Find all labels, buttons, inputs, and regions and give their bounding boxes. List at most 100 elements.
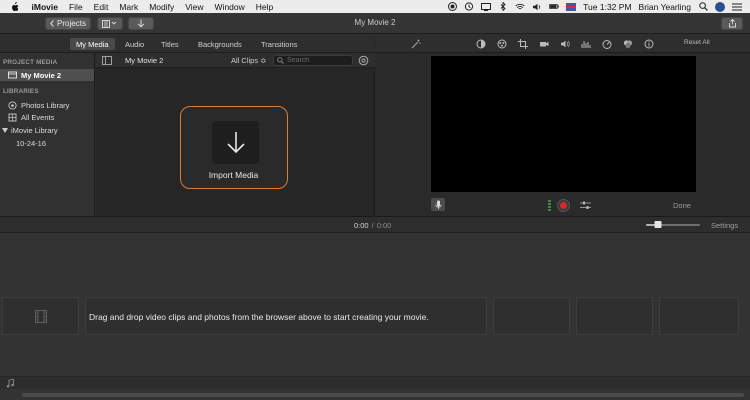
film-strip-icon [35, 310, 47, 323]
media-browser: My Movie 2 All Clips ≎ Import Media [96, 53, 375, 216]
done-button[interactable]: Done [673, 201, 691, 210]
display-icon[interactable] [481, 2, 492, 11]
clock[interactable]: Tue 1:32 PM [583, 2, 631, 12]
horizontal-scrollbar[interactable] [22, 393, 744, 397]
record-dot-icon [560, 202, 567, 209]
clip-placeholder [576, 297, 653, 335]
share-button[interactable] [721, 17, 743, 30]
import-media-label: Import Media [208, 170, 259, 180]
record-button[interactable] [557, 199, 570, 212]
tab-transitions[interactable]: Transitions [255, 38, 303, 50]
menu-app-name[interactable]: iMovie [26, 2, 63, 12]
flag-icon[interactable] [566, 2, 577, 11]
timeline[interactable]: Drag and drop video clips and photos fro… [0, 233, 750, 400]
disclosure-triangle-icon[interactable] [2, 126, 8, 135]
tab-backgrounds[interactable]: Backgrounds [192, 38, 248, 50]
siri-icon[interactable] [715, 1, 725, 12]
sidebar-item-event-10-24-16[interactable]: 10-24-16 [0, 137, 94, 149]
time-machine-icon[interactable] [464, 2, 474, 11]
total-duration: 0:00 [376, 221, 392, 230]
color-balance-icon[interactable] [475, 38, 486, 49]
user-name[interactable]: Brian Yearling [639, 2, 691, 12]
preview-screen[interactable] [431, 56, 696, 192]
sidebar-item-label: iMovie Library [11, 125, 58, 135]
spotlight-icon[interactable] [698, 2, 708, 11]
project-media-heading: PROJECT MEDIA [3, 59, 58, 66]
sidebar-item-imovie-library[interactable]: iMovie Library [0, 124, 94, 136]
search-icon [277, 57, 284, 64]
audio-level-meter [548, 200, 551, 211]
sidebar-item-label: All Events [21, 112, 55, 122]
timeline-header: 0:00/0:00 Settings [0, 216, 750, 233]
apple-menu-icon[interactable] [9, 1, 19, 12]
menu-file[interactable]: File [63, 2, 88, 12]
menu-help[interactable]: Help [250, 2, 278, 12]
import-media-button[interactable]: Import Media [180, 106, 288, 189]
stabilization-icon[interactable] [538, 38, 549, 49]
info-icon[interactable] [643, 38, 654, 49]
menu-window[interactable]: Window [209, 2, 250, 12]
import-icon-tile [212, 121, 259, 164]
speed-icon[interactable] [601, 38, 612, 49]
libraries-heading: LIBRARIES [3, 88, 39, 95]
menu-edit[interactable]: Edit [88, 2, 114, 12]
events-icon [8, 113, 17, 122]
menu-view[interactable]: View [180, 2, 209, 12]
music-track[interactable] [0, 376, 750, 389]
gear-icon[interactable] [358, 55, 369, 66]
clip-placeholder [659, 297, 739, 335]
browser-header: My Movie 2 All Clips ≎ [96, 53, 375, 68]
sidebar-item-photos-library[interactable]: Photos Library [0, 99, 94, 111]
sidebar-item-my-movie-2[interactable]: My Movie 2 [0, 69, 94, 81]
notification-center-icon[interactable] [732, 2, 742, 11]
sidebar-item-all-events[interactable]: All Events [0, 111, 94, 123]
time-separator: / [371, 221, 374, 230]
equalizer-icon[interactable] [580, 38, 591, 49]
photos-icon [8, 100, 17, 110]
clip-placeholder [493, 297, 570, 335]
current-time: 0:00 [354, 221, 369, 230]
color-correction-icon[interactable] [496, 38, 507, 49]
volume-tool-icon[interactable] [559, 38, 570, 49]
viewer-tools: Reset All [376, 34, 750, 53]
reset-all-button[interactable]: Reset All [684, 39, 710, 46]
menu-mark[interactable]: Mark [114, 2, 144, 12]
menu-bar: iMovie File Edit Mark Modify View Window… [0, 0, 750, 13]
zoom-slider[interactable] [646, 221, 700, 228]
crop-icon[interactable] [517, 38, 528, 49]
clip-placeholder [2, 297, 79, 335]
window-title: My Movie 2 [354, 18, 396, 27]
magic-wand-icon[interactable] [410, 38, 421, 49]
menu-modify[interactable]: Modify [144, 2, 180, 12]
tab-my-media[interactable]: My Media [70, 38, 115, 50]
voiceover-options-icon[interactable] [580, 201, 591, 210]
sidebar-item-label: Photos Library [21, 100, 70, 110]
browser-tabs: My Media Audio Titles Backgrounds Transi… [0, 34, 375, 53]
import-arrow-icon [225, 131, 247, 155]
timeline-settings-button[interactable]: Settings [711, 221, 738, 230]
toggle-sidebar-icon[interactable] [102, 56, 112, 65]
microphone-icon [434, 200, 442, 210]
filter-icon[interactable] [622, 38, 633, 49]
screen-record-icon[interactable] [447, 2, 457, 11]
sidebar-item-label: My Movie 2 [21, 70, 62, 80]
tab-titles[interactable]: Titles [155, 38, 185, 50]
playhead-time: 0:00/0:00 [354, 221, 391, 230]
tab-audio[interactable]: Audio [119, 38, 150, 50]
bluetooth-icon[interactable] [498, 2, 508, 11]
clip-filter-dropdown[interactable]: All Clips ≎ [231, 56, 266, 65]
wifi-icon[interactable] [515, 2, 525, 11]
voiceover-button[interactable] [431, 198, 445, 211]
sidebar-item-label: 10-24-16 [16, 138, 47, 148]
search-field[interactable] [273, 55, 353, 66]
music-note-icon [6, 378, 14, 388]
project-icon [8, 71, 17, 80]
browser-title: My Movie 2 [125, 56, 164, 65]
viewer-panel: Done [376, 53, 750, 216]
zoom-thumb[interactable] [654, 221, 662, 228]
search-input[interactable] [287, 57, 347, 64]
empty-timeline-message: Drag and drop video clips and photos fro… [89, 312, 429, 322]
toolbar: Projects My Movie 2 [0, 13, 750, 34]
volume-icon[interactable] [532, 2, 542, 11]
battery-icon[interactable] [549, 2, 559, 11]
